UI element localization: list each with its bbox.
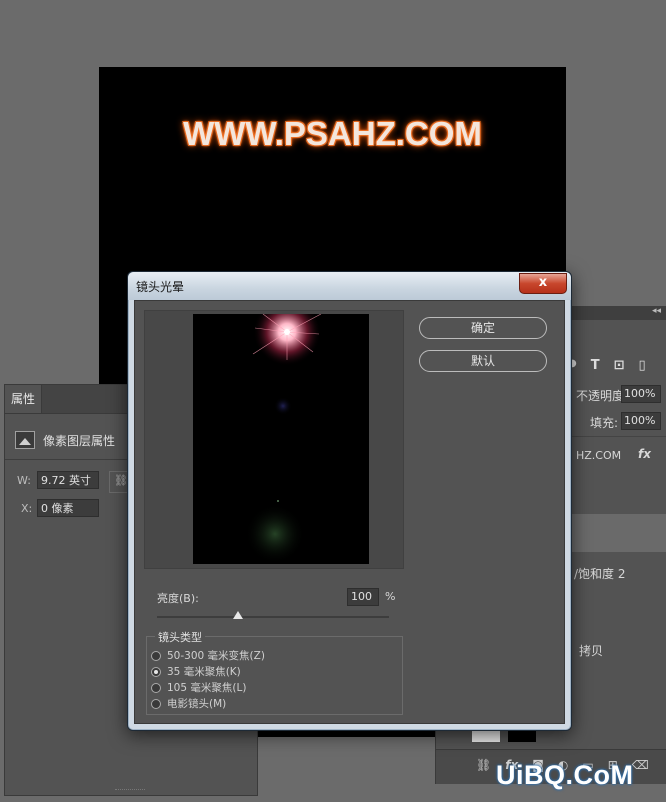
flare-preview-graphic [245,314,322,564]
canvas-text: WWW.PSAHZ.COM [183,115,482,152]
tab-properties[interactable]: 属性 [5,385,42,413]
resize-grip[interactable] [115,789,145,793]
layer-filter-toolbar: ● T ⊡ ▯ [568,358,646,373]
filter-smart-object-icon[interactable]: ▯ [639,358,646,373]
layer-name-text[interactable]: HZ.COM [576,449,621,462]
brightness-slider-track[interactable] [157,616,389,618]
lens-type-option-105mm[interactable]: 105 毫米聚焦(L) [151,680,246,695]
flare-preview[interactable] [193,314,369,564]
flare-ghost-green [245,504,305,564]
brightness-unit: % [385,590,396,603]
flare-dot [277,500,279,502]
filter-shape-icon[interactable]: ⊡ [614,358,625,373]
lens-type-option-movie[interactable]: 电影镜头(M) [151,696,226,711]
brightness-slider-thumb[interactable] [233,611,244,619]
radio-button[interactable] [151,682,161,693]
layer-name-hue-saturation[interactable]: /饱和度 2 [574,565,626,582]
brightness-input[interactable]: 100 [347,588,379,606]
lens-type-option-35mm[interactable]: 35 毫米聚焦(K) [151,664,241,679]
x-label: X: [21,502,33,515]
radio-button[interactable] [151,666,161,677]
lens-type-option-zoom[interactable]: 50-300 毫米变焦(Z) [151,648,265,663]
fx-icon[interactable]: fx [638,447,651,461]
width-field[interactable]: 9.72 英寸 [37,471,99,489]
ok-button[interactable]: 确定 [419,317,547,339]
opacity-field[interactable]: 100% [621,385,661,403]
radio-button[interactable] [151,650,161,661]
properties-header: 像素图层属性 [15,431,115,449]
dialog-body: 确定 默认 亮度(B): 100 % 镜头类型 50-300 毫米变焦(Z) 3… [134,300,565,724]
link-layers-icon[interactable]: ⛓ [476,758,491,772]
lens-type-label: 35 毫米聚焦(K) [167,666,241,678]
trash-icon[interactable]: ⌫ [632,758,649,772]
default-button[interactable]: 默认 [419,350,547,372]
filter-type-icon[interactable]: T [591,358,600,373]
pixel-layer-icon [15,431,35,449]
fill-label: 填充: [590,416,619,430]
collapse-icon[interactable]: ◂◂ [652,306,661,316]
flare-center[interactable] [284,329,290,335]
lens-type-label: 50-300 毫米变焦(Z) [167,650,265,662]
lens-flare-dialog: 镜头光晕 x 确定 默认 亮度(B): 100 % 镜头类型 50-300 毫米… [127,271,572,731]
close-button[interactable]: x [519,273,567,294]
dialog-titlebar[interactable]: 镜头光晕 x [128,272,571,300]
layer-name-copy[interactable]: 拷贝 [579,642,603,659]
lens-type-title: 镜头类型 [155,629,205,645]
radio-button[interactable] [151,698,161,709]
preview-frame [144,310,404,569]
lens-type-label: 105 毫米聚焦(L) [167,682,247,694]
watermark-logo: UiBQ.CoM [496,760,634,790]
flare-ghost-blue [274,397,292,415]
properties-section-title: 像素图层属性 [43,433,116,448]
brightness-label: 亮度(B): [157,592,199,605]
lens-type-label: 电影镜头(M) [167,698,227,710]
x-field[interactable]: 0 像素 [37,499,99,517]
dialog-title: 镜头光晕 [136,280,185,294]
width-label: W: [17,474,31,487]
fill-field[interactable]: 100% [621,412,661,430]
lens-type-group: 镜头类型 50-300 毫米变焦(Z) 35 毫米聚焦(K) 105 毫米聚焦(… [146,629,403,715]
